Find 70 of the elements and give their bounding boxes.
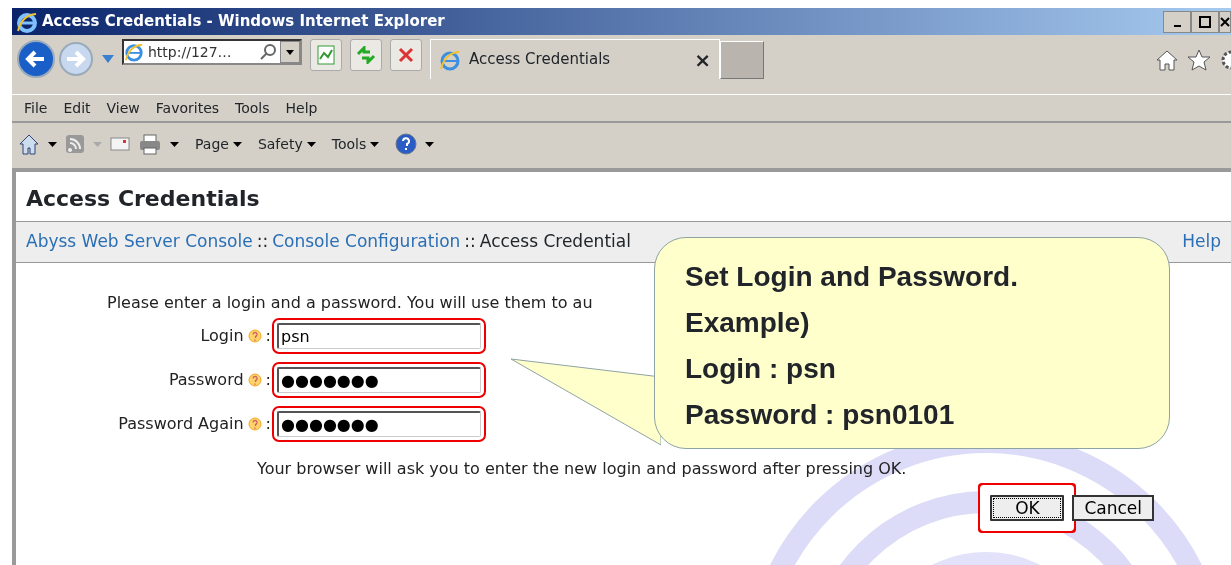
page-icon — [124, 42, 144, 62]
window-title: Access Credentials - Windows Internet Explorer — [42, 11, 445, 33]
help-icon[interactable] — [247, 329, 262, 343]
menu-item[interactable]: Tools — [235, 97, 270, 119]
page-icon — [439, 48, 461, 71]
minimize-icon — [1173, 24, 1181, 27]
back-icon[interactable] — [16, 39, 56, 79]
breadcrumb-separator: :: — [464, 230, 476, 254]
maximize-button[interactable] — [1191, 10, 1219, 33]
caret-icon[interactable] — [232, 141, 242, 147]
callout-text: Login : psn — [685, 352, 837, 386]
compatibility-view-button[interactable] — [310, 39, 342, 71]
close-button[interactable] — [1219, 10, 1231, 33]
toolbar-menu[interactable]: Tools — [331, 133, 380, 155]
field-label: Password — [168, 369, 244, 391]
stop-button[interactable] — [390, 39, 422, 71]
stop-icon — [398, 47, 414, 63]
callout-text: Set Login and Password. — [685, 260, 1019, 294]
caret-icon — [286, 49, 294, 55]
address-field[interactable]: http://127… — [122, 39, 302, 65]
field-label: Login — [200, 325, 244, 347]
caret-icon[interactable] — [170, 141, 179, 147]
page-heading: Access Credentials — [25, 185, 261, 213]
new-tab-button[interactable] — [720, 41, 764, 79]
star-icon[interactable] — [1187, 49, 1211, 71]
url-text: http://127… — [148, 42, 232, 62]
dialog-button[interactable]: Cancel — [1072, 495, 1154, 521]
breadcrumb-current: Access Credential — [479, 230, 631, 254]
breadcrumb-link[interactable]: Console Configuration — [272, 229, 461, 255]
callout-text: Example) — [685, 306, 811, 340]
caret-icon[interactable] — [370, 141, 380, 147]
help-icon[interactable] — [395, 133, 418, 155]
caret-icon[interactable] — [48, 141, 57, 147]
caret-icon[interactable] — [306, 141, 316, 147]
colon-text: : — [265, 413, 271, 435]
printer-icon[interactable] — [138, 133, 162, 155]
home-icon[interactable] — [18, 133, 40, 155]
menu-item[interactable]: Favorites — [155, 97, 220, 119]
colon-text: : — [265, 369, 271, 391]
close-icon — [1220, 16, 1230, 27]
chart-page-icon — [317, 45, 335, 65]
refresh-button[interactable] — [350, 39, 382, 71]
callout-text: Password : psn0101 — [685, 398, 956, 432]
field-label: Password Again — [118, 413, 244, 435]
tab-close-button[interactable]: × — [694, 44, 711, 75]
menu-item[interactable]: File — [24, 97, 48, 119]
browser-tab[interactable]: Access Credentials × — [430, 39, 720, 79]
toolbar-menu[interactable]: Page — [195, 133, 242, 155]
menu-item[interactable]: View — [106, 97, 140, 119]
colon-text: : — [265, 325, 271, 347]
browser-logo-icon — [16, 10, 38, 33]
help-link[interactable]: Help — [1182, 229, 1221, 255]
help-icon[interactable] — [247, 417, 262, 431]
breadcrumb-separator: :: — [256, 230, 269, 254]
caret-icon[interactable] — [425, 141, 435, 147]
help-icon[interactable] — [247, 373, 262, 387]
refresh-icon — [356, 46, 376, 64]
search-icon[interactable] — [260, 44, 276, 60]
dropdown-button[interactable] — [280, 41, 300, 63]
menu-item[interactable]: Help — [285, 97, 318, 119]
home-icon[interactable] — [1155, 49, 1179, 71]
intro-text: Please enter a login and a password. You will use them to au — [107, 293, 593, 312]
mail-icon[interactable] — [110, 137, 130, 151]
note-text: Your browser will ask you to enter the new login and password after pressing OK. — [257, 459, 907, 478]
toolbar-menu[interactable]: Safety — [257, 133, 316, 155]
settings-icon[interactable] — [1219, 49, 1231, 71]
maximize-icon — [1199, 15, 1211, 28]
menu-item[interactable]: Edit — [63, 97, 91, 119]
minimize-button[interactable] — [1163, 10, 1191, 33]
breadcrumb-link[interactable]: Abyss Web Server Console — [26, 229, 253, 255]
